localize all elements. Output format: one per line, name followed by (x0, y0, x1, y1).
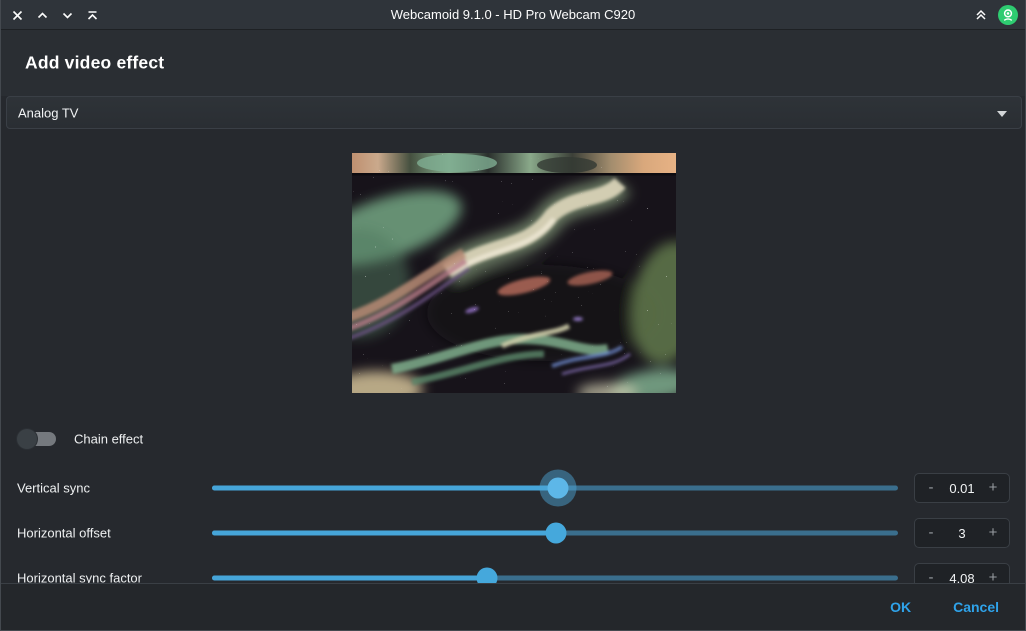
slider-fill (212, 576, 487, 581)
window-title: Webcamoid 9.1.0 - HD Pro Webcam C920 (1, 0, 1025, 30)
toggle-knob (17, 429, 37, 449)
keep-above-icon[interactable] (973, 7, 989, 23)
horizontal-offset-spinbox: - 3 + (914, 518, 1010, 548)
param-label: Horizontal offset (17, 526, 111, 541)
slider-knob[interactable] (545, 523, 566, 544)
spinbox-value[interactable]: 3 (958, 526, 965, 541)
slider-fill (212, 486, 558, 491)
param-label: Vertical sync (17, 481, 90, 496)
effect-combobox-value: Analog TV (18, 105, 78, 120)
param-row-vertical-sync: Vertical sync - 0.01 + (1, 465, 1025, 511)
effect-preview (352, 153, 676, 393)
increment-button[interactable]: + (986, 519, 1000, 547)
chevron-down-icon (997, 104, 1007, 122)
titlebar-right-controls (973, 0, 1019, 30)
chain-effect-label: Chain effect (74, 432, 143, 447)
vertical-sync-slider[interactable] (212, 465, 898, 511)
spinbox-value[interactable]: 0.01 (949, 481, 974, 496)
ok-button[interactable]: OK (890, 599, 911, 615)
horizontal-offset-slider[interactable] (212, 510, 898, 556)
vertical-sync-spinbox: - 0.01 + (914, 473, 1010, 503)
dialog-footer: OK Cancel (1, 583, 1025, 630)
chain-effect-row: Chain effect (1, 427, 1025, 451)
dialog-header: Add video effect (1, 30, 1025, 96)
param-row-horizontal-offset: Horizontal offset - 3 + (1, 510, 1025, 556)
effect-combobox[interactable]: Analog TV (6, 96, 1022, 129)
slider-knob[interactable] (547, 478, 568, 499)
decrement-button[interactable]: - (924, 474, 938, 502)
webcamoid-logo[interactable] (997, 4, 1019, 26)
slider-fill (212, 531, 556, 536)
decrement-button[interactable]: - (924, 519, 938, 547)
increment-button[interactable]: + (986, 474, 1000, 502)
cancel-button[interactable]: Cancel (953, 599, 999, 615)
webcamoid-window: Webcamoid 9.1.0 - HD Pro Webcam C920 Add… (0, 0, 1026, 631)
page-title: Add video effect (25, 53, 164, 74)
chain-effect-toggle[interactable] (17, 429, 56, 449)
titlebar: Webcamoid 9.1.0 - HD Pro Webcam C920 (1, 0, 1025, 30)
